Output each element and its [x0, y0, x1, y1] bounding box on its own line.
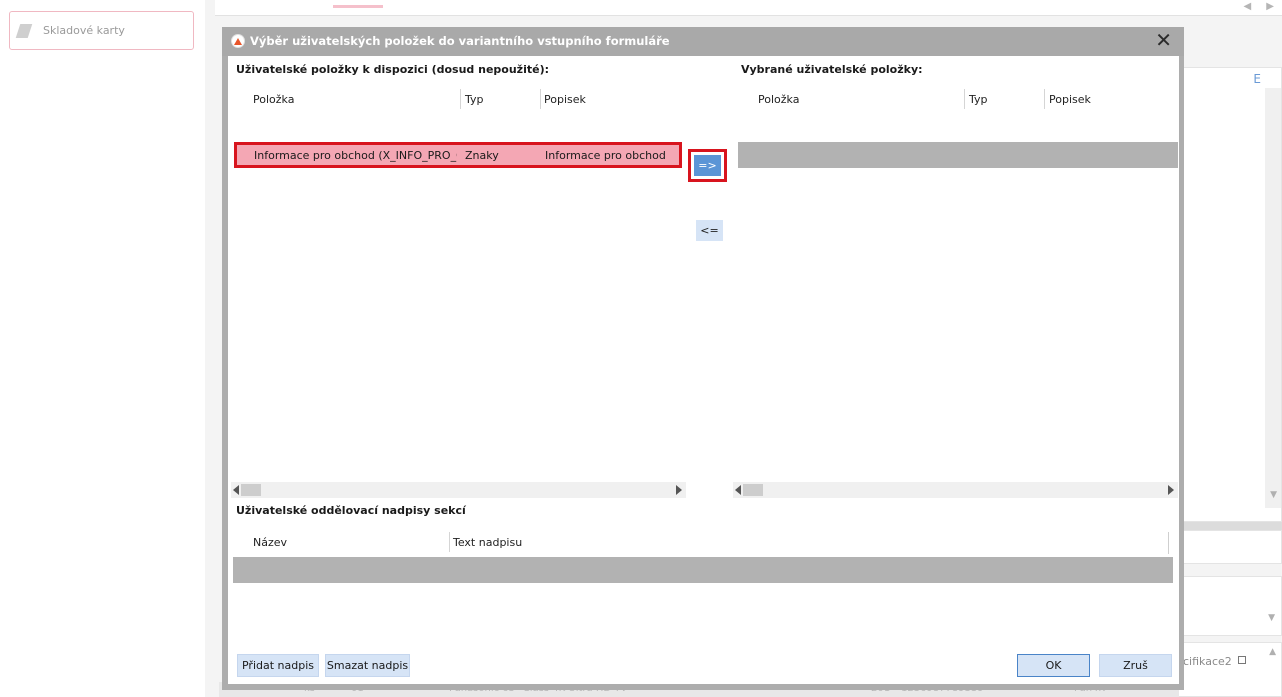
checkbox-label: cifikace2 — [1183, 655, 1232, 668]
available-row-selected[interactable]: Informace pro obchod (X_INFO_PRO_OBCHOD)… — [234, 142, 682, 168]
available-hscrollbar[interactable] — [231, 482, 686, 498]
checkbox[interactable] — [1238, 656, 1246, 664]
scroll-thumb[interactable] — [743, 484, 763, 496]
top-panel: ◀ ▶ — [215, 0, 1282, 16]
scroll-left-icon[interactable] — [233, 485, 239, 495]
dialog-titlebar: Výběr uživatelských položek do variantní… — [222, 27, 1184, 56]
user-fields-dialog: Výběr uživatelských položek do variantní… — [222, 27, 1184, 690]
sidebar-item-label: Skladové karty — [43, 24, 125, 37]
grid-edge — [1168, 532, 1169, 554]
column-header-typ[interactable]: Typ — [465, 93, 484, 106]
cell-typ: Znaky — [465, 149, 499, 162]
sections-empty-row[interactable] — [233, 557, 1173, 583]
sidebar-item-skladove-karty[interactable]: Skladové karty — [9, 11, 194, 50]
column-header-text-nadpisu[interactable]: Text nadpisu — [453, 536, 522, 549]
column-header-nazev[interactable]: Název — [253, 536, 287, 549]
selected-grid-header: Položka Typ Popisek — [738, 86, 1178, 112]
column-separator[interactable] — [460, 89, 461, 109]
close-icon[interactable]: ✕ — [1155, 30, 1172, 50]
column-header-polozka[interactable]: Položka — [253, 93, 294, 106]
dialog-title: Výběr uživatelských položek do variantní… — [250, 34, 670, 48]
edit-icon[interactable]: E — [1253, 72, 1261, 86]
dialog-body: Uživatelské položky k dispozici (dosud n… — [228, 56, 1179, 684]
column-separator[interactable] — [964, 89, 965, 109]
tab-scroll-arrows[interactable]: ◀ ▶ — [1243, 1, 1280, 12]
selected-hscrollbar[interactable] — [733, 482, 1178, 498]
move-right-button[interactable]: => — [694, 155, 721, 176]
app-sidebar: Skladové karty — [0, 0, 205, 697]
ok-button[interactable]: OK — [1017, 654, 1090, 677]
selected-empty-row[interactable] — [738, 142, 1178, 168]
column-separator[interactable] — [540, 89, 541, 109]
right-box — [1178, 530, 1282, 564]
right-checkbox-box: cifikace2 ▲ — [1178, 642, 1282, 697]
app-logo-icon — [231, 34, 245, 48]
chevron-down-icon[interactable]: ▼ — [1268, 613, 1275, 623]
stock-card-icon — [15, 24, 33, 38]
available-grid-header: Položka Typ Popisek — [234, 86, 684, 112]
selected-items-label: Vybrané uživatelské položky: — [741, 63, 923, 76]
sections-grid-header: Název Text nadpisu — [233, 529, 1173, 555]
vertical-scrollbar[interactable]: ▼ — [1265, 88, 1281, 508]
column-header-typ[interactable]: Typ — [969, 93, 988, 106]
cell-popisek: Informace pro obchod — [545, 149, 666, 162]
move-right-highlight: => — [688, 149, 727, 182]
column-separator[interactable] — [449, 532, 450, 552]
column-header-popisek[interactable]: Popisek — [544, 93, 586, 106]
scroll-left-icon[interactable] — [735, 485, 741, 495]
delete-heading-button[interactable]: Smazat nadpis — [325, 654, 410, 677]
scroll-up-icon[interactable]: ▲ — [1269, 647, 1276, 657]
scroll-thumb[interactable] — [241, 484, 261, 496]
available-items-label: Uživatelské položky k dispozici (dosud n… — [236, 63, 549, 76]
right-select-box: ▼ — [1178, 576, 1282, 636]
column-separator[interactable] — [1044, 89, 1045, 109]
cancel-button[interactable]: Zruš — [1099, 654, 1172, 677]
column-header-popisek[interactable]: Popisek — [1049, 93, 1091, 106]
move-left-button[interactable]: <= — [696, 220, 723, 241]
scroll-right-icon[interactable] — [676, 485, 682, 495]
cell-polozka: Informace pro obchod (X_INFO_PRO_OBCHOD) — [254, 149, 457, 162]
column-header-polozka[interactable]: Položka — [758, 93, 799, 106]
sections-label: Uživatelské oddělovací nadpisy sekcí — [236, 504, 466, 517]
scroll-down-icon[interactable]: ▼ — [1270, 490, 1277, 500]
scroll-right-icon[interactable] — [1168, 485, 1174, 495]
right-panel: E ▼ — [1178, 67, 1282, 522]
add-heading-button[interactable]: Přidat nadpis — [237, 654, 319, 677]
active-tab-indicator — [333, 5, 383, 8]
